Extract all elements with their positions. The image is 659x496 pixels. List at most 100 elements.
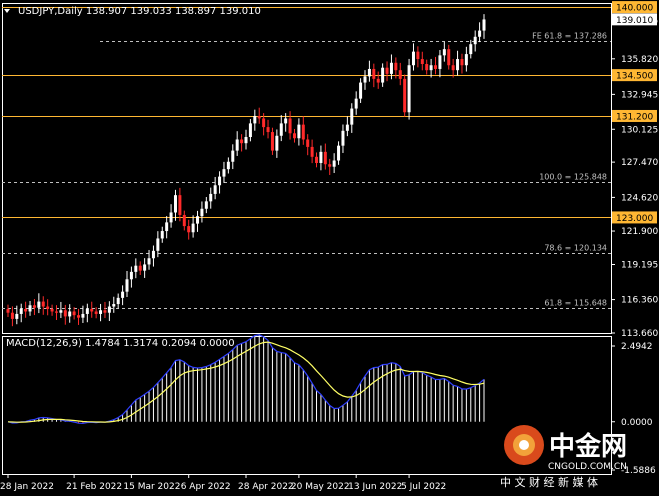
candle-body bbox=[363, 76, 367, 83]
candle-body bbox=[160, 231, 164, 239]
candle-body bbox=[218, 176, 222, 186]
candle-body bbox=[332, 160, 336, 167]
candle-body bbox=[41, 301, 45, 307]
price-tick-label: 130.125 bbox=[621, 125, 658, 135]
candle-body bbox=[473, 36, 477, 45]
candle-body bbox=[345, 124, 349, 131]
candle-body bbox=[376, 78, 380, 83]
candle-body bbox=[359, 82, 363, 99]
level-lines: FE 61.8 = 137.286 100.0 = 125.848 78.6 = 1… bbox=[2, 7, 611, 309]
candle-body bbox=[156, 238, 160, 251]
candle-body bbox=[99, 310, 103, 314]
candle-body bbox=[231, 150, 235, 162]
candle-body bbox=[434, 65, 438, 69]
candle-body bbox=[301, 124, 305, 140]
candle-body bbox=[112, 304, 116, 307]
watermark-url: CNGOLD.COM.CN bbox=[548, 462, 627, 472]
watermark: 中金网 CNGOLD.COM.CN 中 文 财 经 新 媒 体 bbox=[500, 425, 627, 489]
candle-body bbox=[178, 195, 182, 215]
candle-body bbox=[200, 208, 204, 217]
candle-body bbox=[385, 67, 389, 74]
chart-stage: FE 61.8 = 137.286 100.0 = 125.848 78.6 = 1… bbox=[0, 1, 658, 492]
candle-body bbox=[367, 68, 371, 77]
time-tick-label: 13 Jun 2022 bbox=[348, 482, 402, 492]
candle-body bbox=[253, 115, 257, 124]
candle-body bbox=[337, 145, 341, 161]
candle-body bbox=[482, 19, 486, 31]
fib-label: FE 61.8 = 137.286 bbox=[532, 32, 607, 41]
cngold-logo-core-icon bbox=[519, 440, 529, 450]
candles bbox=[6, 14, 486, 327]
time-tick-label: 6 Apr 2022 bbox=[181, 482, 231, 492]
candle-body bbox=[478, 30, 482, 37]
last-price-label: 139.010 bbox=[616, 16, 653, 26]
candle-body bbox=[235, 139, 239, 151]
watermark-tagline: 中 文 财 经 新 媒 体 bbox=[500, 475, 598, 489]
price-tick-label: 135.820 bbox=[621, 55, 658, 65]
candle-body bbox=[275, 135, 279, 151]
price-tick-label: 113.660 bbox=[621, 329, 658, 339]
candle-body bbox=[37, 301, 41, 308]
candle-body bbox=[187, 226, 191, 233]
main-frame bbox=[2, 3, 612, 334]
candle-body bbox=[372, 68, 376, 79]
candle-body bbox=[59, 310, 63, 313]
candle-body bbox=[403, 78, 407, 113]
candle-body bbox=[147, 258, 151, 265]
candle-body bbox=[209, 193, 213, 202]
price-tick-label: 119.195 bbox=[621, 261, 658, 271]
candle-body bbox=[24, 308, 28, 312]
candle-body bbox=[165, 222, 169, 232]
fib-label: 100.0 = 125.848 bbox=[539, 173, 607, 182]
level-price-label: 131.200 bbox=[616, 112, 653, 122]
candle-body bbox=[169, 212, 173, 223]
candle-body bbox=[94, 311, 98, 314]
candle-body bbox=[46, 306, 50, 309]
fib-label: 78.6 = 120.134 bbox=[544, 244, 607, 253]
candle-body bbox=[319, 151, 323, 163]
candle-body bbox=[107, 306, 111, 313]
time-tick-label: 15 Mar 2022 bbox=[123, 482, 180, 492]
candle-body bbox=[279, 123, 283, 136]
candle-body bbox=[398, 70, 402, 79]
candle-body bbox=[10, 312, 14, 319]
candle-body bbox=[438, 55, 442, 69]
price-tick-label: 127.470 bbox=[621, 158, 658, 168]
candle-body bbox=[50, 308, 54, 312]
candle-body bbox=[270, 132, 274, 151]
candle-body bbox=[125, 279, 129, 292]
candle-body bbox=[257, 115, 261, 119]
time-tick-label: 28 Jan 2022 bbox=[0, 482, 54, 492]
macd-tick-label: 0.0000 bbox=[621, 418, 653, 428]
candle-body bbox=[469, 44, 473, 55]
candle-body bbox=[323, 151, 327, 165]
candle-body bbox=[138, 265, 142, 271]
candle-body bbox=[266, 127, 270, 133]
candle-body bbox=[151, 250, 155, 259]
candle-body bbox=[460, 59, 464, 66]
candle-body bbox=[354, 98, 358, 109]
level-price-label: 140.000 bbox=[616, 4, 653, 14]
candle-body bbox=[288, 118, 292, 134]
fib-label: 61.8 = 115.648 bbox=[544, 299, 607, 308]
candle-body bbox=[143, 264, 147, 271]
candle-body bbox=[292, 133, 296, 139]
candle-body bbox=[464, 54, 468, 66]
candle-body bbox=[68, 311, 72, 317]
collapse-icon[interactable] bbox=[4, 9, 10, 13]
candle-body bbox=[32, 305, 36, 308]
candle-body bbox=[90, 308, 94, 312]
candle-body bbox=[447, 49, 451, 66]
candle-body bbox=[407, 65, 411, 113]
candle-body bbox=[129, 271, 133, 280]
candle-body bbox=[54, 311, 58, 313]
candle-body bbox=[81, 313, 85, 318]
candle-body bbox=[191, 223, 195, 233]
time-axis: 28 Jan 2022 21 Feb 2022 15 Mar 2022 6 Apr 2… bbox=[0, 474, 446, 492]
candle-body bbox=[451, 65, 455, 71]
price-tick-label: 116.360 bbox=[621, 296, 658, 306]
price-tick-label: 124.620 bbox=[621, 193, 658, 203]
candle-body bbox=[77, 315, 81, 318]
main-panel bbox=[2, 3, 612, 334]
candle-body bbox=[429, 65, 433, 71]
